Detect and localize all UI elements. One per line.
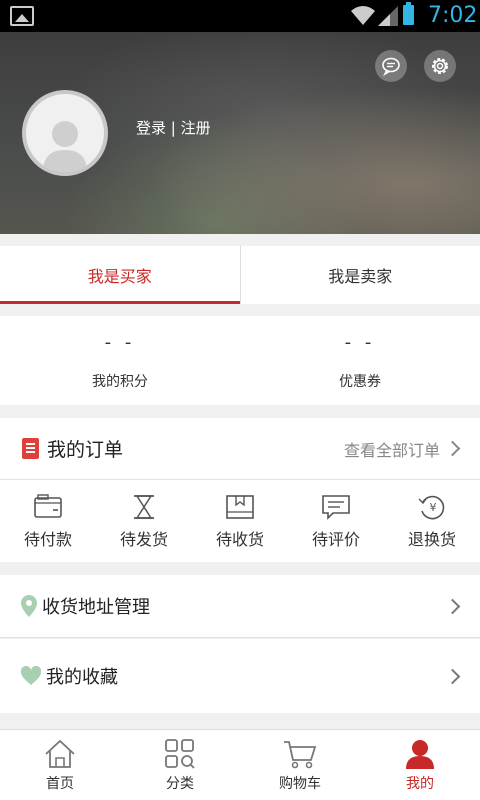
battery-icon	[403, 2, 414, 25]
order-status-list: 待付款 待发货 待收货 待评价 ¥ 退换货	[0, 480, 480, 562]
order-status-label: 待付款	[23, 530, 72, 549]
image-icon	[10, 6, 34, 26]
order-status-label: 待评价	[311, 530, 360, 549]
comment-icon	[322, 495, 350, 520]
order-pending-receipt[interactable]: 待收货	[192, 480, 288, 562]
order-status-label: 待发货	[119, 530, 168, 549]
order-pending-payment[interactable]: 待付款	[0, 480, 96, 562]
status-time: 7:02	[428, 3, 478, 28]
refund-icon: ¥	[418, 495, 445, 520]
order-returns[interactable]: ¥ 退换货	[384, 480, 480, 562]
view-all-orders-link[interactable]: 查看全部订单	[344, 437, 440, 461]
wifi-icon	[351, 6, 375, 25]
nav-label: 我的	[406, 776, 434, 792]
orders-section: 我的订单 查看全部订单 待付款 待发货 待收货 待评价 ¥ 退换货	[0, 418, 480, 562]
chevron-right-icon	[444, 668, 461, 684]
coupon-item[interactable]: - - 优惠券	[240, 316, 480, 405]
settings-icon	[432, 58, 448, 74]
nav-home[interactable]: 首页	[0, 730, 120, 800]
tab-buyer[interactable]: 我是买家	[0, 246, 240, 304]
document-icon	[22, 438, 39, 459]
order-status-label: 待收货	[215, 530, 264, 549]
profile-header: 登录 | 注册	[0, 32, 480, 234]
orders-header[interactable]: 我的订单 查看全部订单	[0, 418, 480, 480]
location-pin-icon	[21, 595, 37, 617]
points-label: 我的积分	[92, 374, 148, 390]
chevron-right-icon	[444, 440, 461, 457]
order-pending-review[interactable]: 待评价	[288, 480, 384, 562]
coupon-value: - -	[344, 332, 376, 353]
avatar-icon	[43, 121, 87, 172]
hourglass-icon	[134, 495, 154, 519]
nav-cart[interactable]: 购物车	[240, 730, 360, 800]
message-button[interactable]	[375, 50, 407, 82]
wallet-icon	[34, 494, 62, 518]
nav-label: 分类	[166, 776, 194, 792]
svg-text:¥: ¥	[430, 501, 437, 514]
nav-category[interactable]: 分类	[120, 730, 240, 800]
cart-icon	[284, 741, 317, 769]
category-icon	[165, 739, 195, 769]
nav-label: 首页	[46, 776, 74, 792]
chevron-right-icon	[444, 598, 461, 614]
settings-button[interactable]	[424, 50, 456, 82]
address-management-row[interactable]: 收货地址管理	[0, 575, 480, 638]
avatar[interactable]	[22, 90, 108, 176]
favorites-row[interactable]: 我的收藏	[0, 639, 480, 713]
login-register-link[interactable]: 登录 | 注册	[136, 117, 211, 138]
tab-seller[interactable]: 我是卖家	[241, 246, 480, 304]
order-status-label: 退换货	[407, 530, 456, 549]
message-icon	[382, 57, 400, 76]
points-item[interactable]: - - 我的积分	[0, 316, 240, 405]
orders-title: 我的订单	[47, 439, 124, 461]
signal-icon	[378, 6, 398, 26]
nav-mine[interactable]: 我的	[360, 730, 480, 800]
status-bar: 7:02	[0, 0, 480, 32]
home-icon	[45, 739, 75, 768]
address-label: 收货地址管理	[42, 597, 150, 618]
points-value: - -	[104, 332, 136, 353]
order-pending-shipment[interactable]: 待发货	[96, 480, 192, 562]
heart-icon	[20, 666, 42, 685]
favorites-label: 我的收藏	[46, 667, 118, 688]
points-section: - - 我的积分 - - 优惠券	[0, 316, 480, 405]
bottom-nav: 首页 分类 购物车 我的	[0, 729, 480, 800]
coupon-label: 优惠券	[339, 374, 381, 390]
nav-label: 购物车	[279, 776, 321, 792]
user-icon	[406, 740, 434, 769]
role-tabs: 我是买家 我是卖家	[0, 246, 480, 304]
box-icon	[226, 495, 254, 519]
